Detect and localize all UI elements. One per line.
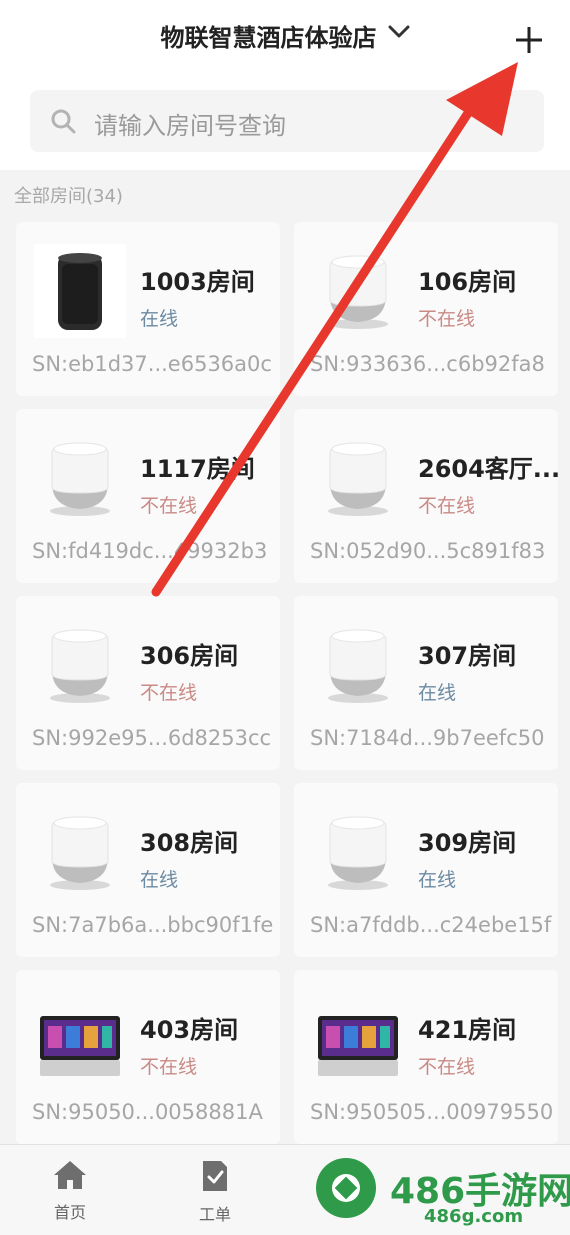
smart-speaker-image [312,244,404,338]
room-name: 308房间 [140,829,239,857]
status-badge: 在线 [140,308,179,330]
tab-work-order[interactable]: 工单 [175,1159,255,1225]
work-order-icon [203,1161,227,1191]
status-badge: 在线 [140,869,179,891]
serial-number: SN:992e95...6d8253cc [32,726,272,750]
smart-speaker-image [312,618,404,712]
room-card[interactable]: 403房间不在线 SN:95050...0058881A [16,970,280,1144]
room-card[interactable]: 307房间在线 SN:7184d...9b7eefc50 [294,596,558,770]
smart-speaker-image [34,618,126,712]
plus-icon [516,27,542,53]
watermark-logo: 486手游网 486g.com [314,1156,570,1234]
room-name: 421房间 [418,1016,517,1044]
room-list-area: 全部房间(34) 1003房间在线 SN:eb1d37...e6536a0c 106… [0,170,570,1144]
room-card[interactable]: 106房间不在线 SN:933636...c6b92fa8 [294,222,558,396]
room-name: 2604客厅... [418,455,561,483]
home-icon [54,1161,86,1189]
chevron-down-icon [388,24,410,43]
smart-speaker-image [34,431,126,525]
serial-number: SN:95050...0058881A [32,1100,263,1124]
room-card[interactable]: 306房间不在线 SN:992e95...6d8253cc [16,596,280,770]
status-badge: 不在线 [418,495,476,517]
status-badge: 不在线 [418,308,476,330]
room-card[interactable]: 421房间不在线 SN:950505...00979550 [294,970,558,1144]
store-selector[interactable]: 物联智慧酒店体验店 [0,18,570,53]
smart-display-image [312,992,404,1086]
room-name: 309房间 [418,829,517,857]
search-input[interactable]: 请输入房间号查询 [30,90,544,152]
serial-number: SN:eb1d37...e6536a0c [32,352,272,376]
room-name: 1003房间 [140,268,255,296]
tab-home-label: 首页 [53,1203,86,1222]
watermark-subtext: 486g.com [424,1206,524,1227]
room-card[interactable]: 308房间在线 SN:7a7b6a...bbc90f1fe [16,783,280,957]
room-card[interactable]: 309房间在线 SN:a7fddb...c24ebe15f [294,783,558,957]
room-name: 307房间 [418,642,517,670]
smart-speaker-image [312,805,404,899]
room-name: 106房间 [418,268,517,296]
room-name: 306房间 [140,642,239,670]
tab-home[interactable]: 首页 [30,1159,110,1223]
room-name: 403房间 [140,1016,239,1044]
search-placeholder: 请输入房间号查询 [94,112,286,140]
search-icon [50,108,78,140]
status-badge: 在线 [418,682,457,704]
serial-number: SN:933636...c6b92fa8 [310,352,545,376]
watermark-emblem-icon [316,1158,376,1218]
serial-number: SN:950505...00979550 [310,1100,554,1124]
smart-speaker-image [34,805,126,899]
status-badge: 不在线 [140,1056,198,1078]
serial-number: SN:7184d...9b7eefc50 [310,726,545,750]
room-card[interactable]: 1003房间在线 SN:eb1d37...e6536a0c [16,222,280,396]
serial-number: SN:7a7b6a...bbc90f1fe [32,913,274,937]
serial-number: SN:fd419dc...49932b3 [32,539,268,563]
room-name: 1117房间 [140,455,255,483]
top-bar: 物联智慧酒店体验店 [0,0,570,80]
tab-work-order-label: 工单 [198,1205,231,1224]
status-badge: 不在线 [418,1056,476,1078]
smart-display-image [34,992,126,1086]
room-card[interactable]: 1117房间不在线 SN:fd419dc...49932b3 [16,409,280,583]
status-badge: 不在线 [140,682,198,704]
smart-speaker-image [312,431,404,525]
section-label: 全部房间(34) [14,186,123,207]
serial-number: SN:052d90...5c891f83 [310,539,546,563]
status-badge: 不在线 [140,495,198,517]
status-badge: 在线 [418,869,457,891]
smart-speaker-image [34,244,126,338]
add-room-button[interactable] [506,18,552,64]
page-title: 物联智慧酒店体验店 [160,24,377,52]
room-card[interactable]: 2604客厅... 不在线 SN:052d90...5c891f83 [294,409,561,583]
serial-number: SN:a7fddb...c24ebe15f [310,913,552,937]
